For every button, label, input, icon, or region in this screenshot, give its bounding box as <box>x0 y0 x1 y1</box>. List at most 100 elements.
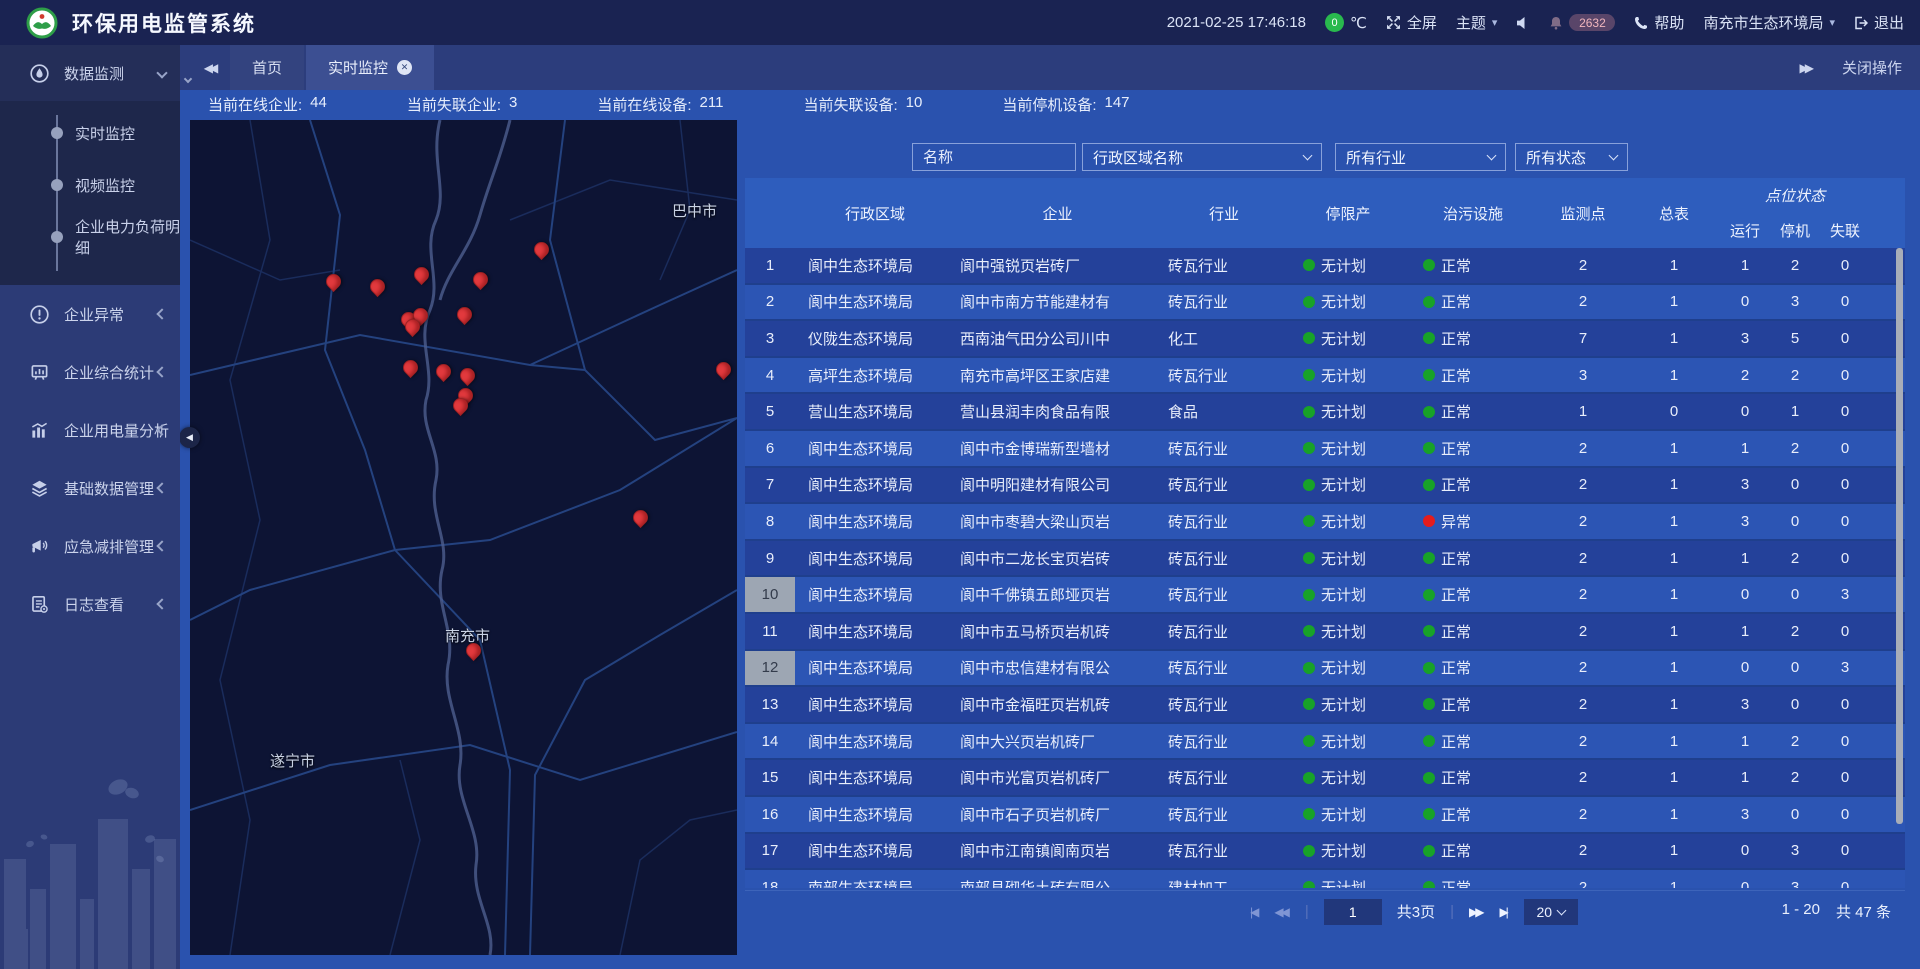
table-row[interactable]: 7阆中生态环境局阆中明阳建材有限公司砖瓦行业无计划正常21300 <box>745 468 1905 505</box>
col-point-status-group: 点位状态 <box>1720 178 1870 213</box>
next-page-button[interactable]: ▶▶ <box>1469 905 1484 919</box>
page-number-input[interactable] <box>1324 899 1382 925</box>
map-collapse-button[interactable]: ◀ <box>179 427 200 448</box>
status-dot <box>1303 735 1315 747</box>
status-dot <box>1303 845 1315 857</box>
chevron-down-icon: ▾ <box>1492 16 1498 29</box>
row-industry: 砖瓦行业 <box>1160 621 1288 642</box>
row-run-count: 3 <box>1720 696 1770 713</box>
table-row[interactable]: 8阆中生态环境局阆中市枣碧大梁山页岩砖瓦行业无计划异常21300 <box>745 504 1905 541</box>
sidebar-item-power-analysis[interactable]: 企业用电量分析 <box>0 401 180 459</box>
notification-count-badge[interactable]: 2632 <box>1569 14 1615 31</box>
top-header: 环保用电监管系统 2021-02-25 17:46:18 0 ℃ 全屏 主题▾ <box>0 0 1920 45</box>
table-row[interactable]: 1阆中生态环境局阆中强锐页岩砖厂砖瓦行业无计划正常21120 <box>745 248 1905 285</box>
tab-close-icon[interactable]: ✕ <box>397 60 412 75</box>
table-row[interactable]: 5营山生态环境局营山县润丰肉食品有限食品无计划正常10010 <box>745 394 1905 431</box>
col-monitor: 监测点 <box>1538 178 1628 248</box>
table-row[interactable]: 13阆中生态环境局阆中市金福旺页岩机砖砖瓦行业无计划正常21300 <box>745 687 1905 724</box>
table-row[interactable]: 17阆中生态环境局阆中市江南镇阆南页岩砖瓦行业无计划正常21030 <box>745 834 1905 871</box>
row-company: 营山县润丰肉食品有限 <box>955 401 1160 422</box>
row-lost-count: 3 <box>1820 586 1870 603</box>
region-select[interactable]: 行政区域名称 <box>1082 143 1322 171</box>
table-row[interactable]: 2阆中生态环境局阆中市南方节能建材有砖瓦行业无计划正常21030 <box>745 285 1905 322</box>
tab-realtime-monitoring[interactable]: 实时监控 ✕ <box>306 45 434 90</box>
close-operations-button[interactable]: 关闭操作 <box>1842 57 1902 78</box>
row-run-count: 1 <box>1720 623 1770 640</box>
sidebar-item-enterprise-abnormal[interactable]: 企业异常 <box>0 285 180 343</box>
row-region: 阆中生态环境局 <box>795 694 955 715</box>
row-lost-count: 0 <box>1820 733 1870 750</box>
row-halt-count: 2 <box>1770 623 1820 640</box>
industry-select[interactable]: 所有行业 <box>1335 143 1506 171</box>
map-panel[interactable]: 巴中市南充市遂宁市 <box>190 120 737 955</box>
table-row[interactable]: 12阆中生态环境局阆中市忠信建材有限公砖瓦行业无计划正常21003 <box>745 651 1905 688</box>
divider: | <box>1305 903 1309 920</box>
sidebar-item-power-load-detail[interactable]: 企业电力负荷明细 <box>0 211 180 263</box>
sidebar-item-emergency-reduction[interactable]: 应急减排管理 <box>0 517 180 575</box>
org-dropdown[interactable]: 南充市生态环境局▾ <box>1703 12 1835 33</box>
table-row[interactable]: 10阆中生态环境局阆中千佛镇五郎垭页岩砖瓦行业无计划正常21003 <box>745 577 1905 614</box>
table-row[interactable]: 18南部生态环境局南部县砌华土砖有限公建材加工无计划正常21030 <box>745 870 1905 888</box>
sound-toggle[interactable] <box>1516 16 1530 30</box>
row-run-count: 1 <box>1720 257 1770 274</box>
sidebar-item-enterprise-statistics[interactable]: 企业综合统计 <box>0 343 180 401</box>
fullscreen-button[interactable]: 全屏 <box>1386 12 1437 33</box>
status-dot <box>1423 808 1435 820</box>
row-company: 阆中市二龙长宝页岩砖 <box>955 548 1160 569</box>
row-total-count: 1 <box>1628 476 1720 493</box>
table-header: 行政区域 企业 行业 停限产 治污设施 监测点 总表 点位状态 运行 停机 失联 <box>745 178 1905 248</box>
row-stop-status: 无计划 <box>1288 438 1408 459</box>
row-index: 12 <box>745 651 795 686</box>
row-facility-status: 正常 <box>1408 548 1538 569</box>
sidebar-item-realtime-monitoring[interactable]: 实时监控 <box>0 107 180 159</box>
first-page-button[interactable]: |◀ <box>1250 905 1259 919</box>
row-company: 阆中市江南镇阆南页岩 <box>955 840 1160 861</box>
page-size-select[interactable]: 20 <box>1524 899 1578 925</box>
tabs-scroll-left-button[interactable]: ◀◀ <box>194 45 228 90</box>
logout-button[interactable]: 退出 <box>1854 12 1904 33</box>
map-city-label: 巴中市 <box>672 200 717 221</box>
row-monitor-count: 7 <box>1538 330 1628 347</box>
table-row[interactable]: 9阆中生态环境局阆中市二龙长宝页岩砖砖瓦行业无计划正常21120 <box>745 541 1905 578</box>
map-city-label: 遂宁市 <box>270 750 315 771</box>
sidebar-item-log-view[interactable]: 日志查看 <box>0 575 180 633</box>
row-run-count: 3 <box>1720 513 1770 530</box>
table-row[interactable]: 4高坪生态环境局南充市高坪区王家店建砖瓦行业无计划正常31220 <box>745 358 1905 395</box>
double-left-arrow-icon: ◀◀ <box>204 61 218 75</box>
timeline-dot-icon <box>51 127 63 139</box>
row-monitor-count: 2 <box>1538 806 1628 823</box>
row-index: 17 <box>745 834 795 869</box>
tabbar-caret-icon[interactable] <box>185 69 191 86</box>
pagination-bar: |◀ ◀◀ | 共3页 | ▶▶ ▶| 20 1 - 20 共 47 条 <box>745 890 1905 932</box>
row-run-count: 0 <box>1720 403 1770 420</box>
row-industry: 砖瓦行业 <box>1160 438 1288 459</box>
table-row[interactable]: 11阆中生态环境局阆中市五马桥页岩机砖砖瓦行业无计划正常21120 <box>745 614 1905 651</box>
table-scrollbar[interactable] <box>1896 248 1903 824</box>
prev-page-button[interactable]: ◀◀ <box>1274 905 1289 919</box>
sidebar-item-data-monitoring[interactable]: 数据监测 <box>0 45 180 101</box>
row-industry: 砖瓦行业 <box>1160 731 1288 752</box>
status-dot <box>1423 662 1435 674</box>
tabs-scroll-right-button[interactable]: ▶▶ <box>1800 61 1814 75</box>
sidebar-item-base-data[interactable]: 基础数据管理 <box>0 459 180 517</box>
row-run-count: 1 <box>1720 550 1770 567</box>
chevron-down-icon <box>1609 151 1619 161</box>
table-row[interactable]: 3仪陇生态环境局西南油气田分公司川中化工无计划正常71350 <box>745 321 1905 358</box>
status-dot <box>1423 369 1435 381</box>
row-company: 南部县砌华土砖有限公 <box>955 877 1160 888</box>
help-button[interactable]: 帮助 <box>1634 12 1684 33</box>
status-select[interactable]: 所有状态 <box>1515 143 1628 171</box>
notifications[interactable]: 2632 <box>1549 14 1615 31</box>
theme-dropdown[interactable]: 主题▾ <box>1456 12 1498 33</box>
table-row[interactable]: 16阆中生态环境局阆中市石子页岩机砖厂砖瓦行业无计划正常21300 <box>745 797 1905 834</box>
last-page-button[interactable]: ▶| <box>1499 905 1508 919</box>
name-search-input[interactable] <box>912 143 1076 171</box>
table-row[interactable]: 6阆中生态环境局阆中市金博瑞新型墙材砖瓦行业无计划正常21120 <box>745 431 1905 468</box>
table-row[interactable]: 15阆中生态环境局阆中市光富页岩机砖厂砖瓦行业无计划正常21120 <box>745 760 1905 797</box>
sidebar-item-video-monitoring[interactable]: 视频监控 <box>0 159 180 211</box>
stat-stopped-devices: 当前停机设备:147 <box>1002 94 1129 115</box>
datetime: 2021-02-25 17:46:18 <box>1167 14 1306 31</box>
range-label: 1 - 20 <box>1782 901 1820 922</box>
table-row[interactable]: 14阆中生态环境局阆中大兴页岩机砖厂砖瓦行业无计划正常21120 <box>745 724 1905 761</box>
tab-home[interactable]: 首页 <box>230 45 304 90</box>
